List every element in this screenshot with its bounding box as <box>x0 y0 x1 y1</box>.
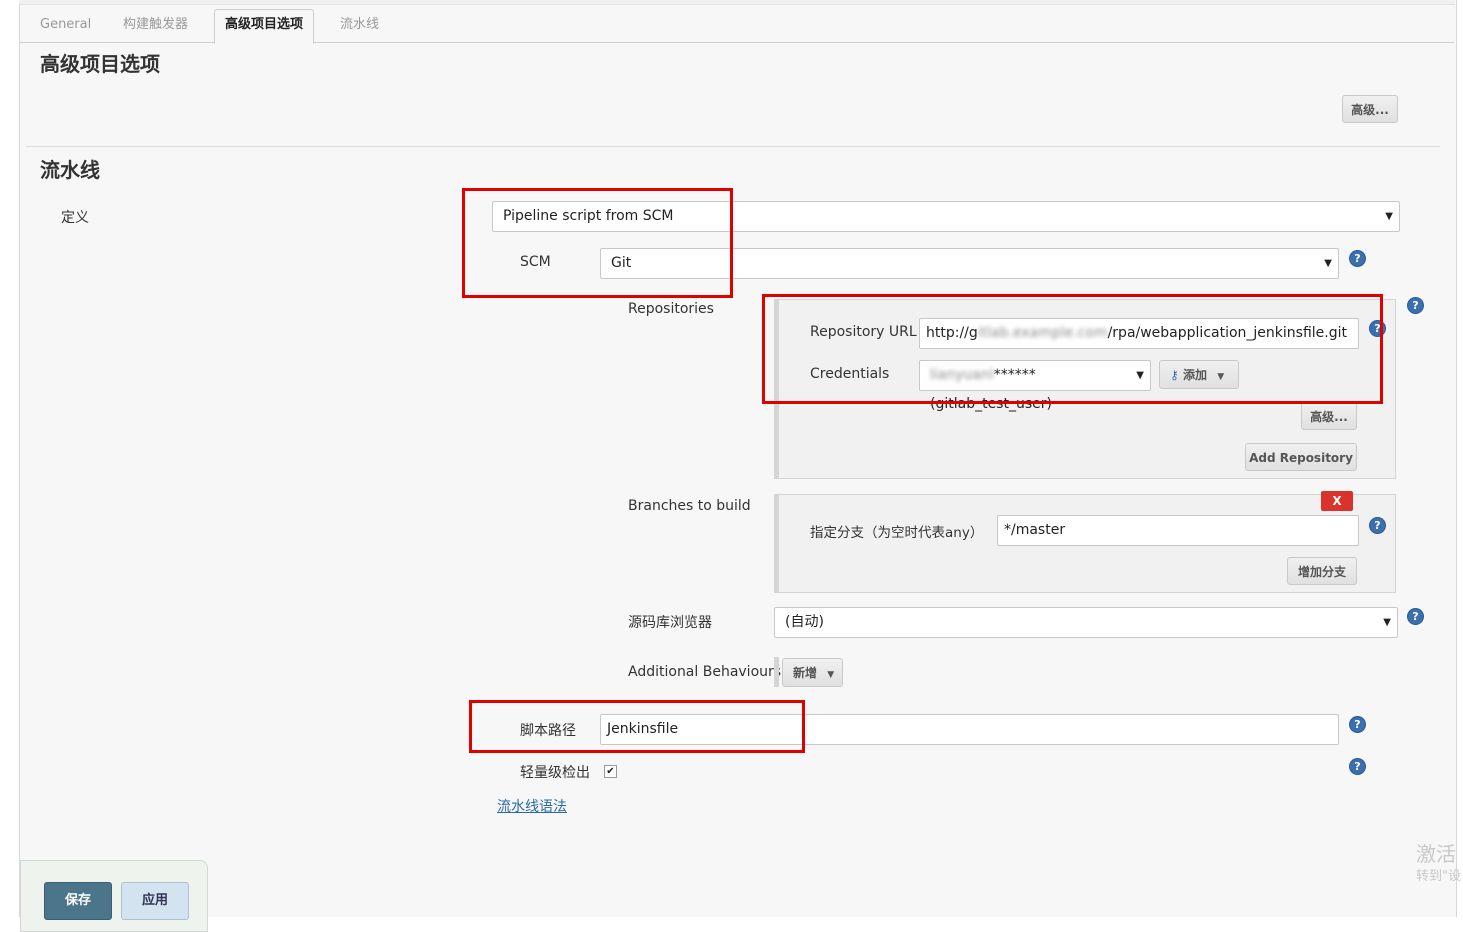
lightweight-checkout-label: 轻量级检出 <box>520 765 590 781</box>
activation-watermark-subtext: 转到"设 <box>1416 869 1461 884</box>
highlight-box-definition <box>462 188 733 298</box>
repositories-label: Repositories <box>628 301 714 317</box>
section-divider <box>26 146 1440 147</box>
help-icon[interactable]: ? <box>1408 609 1423 624</box>
tab-general[interactable]: General <box>30 10 101 42</box>
repo-browser-select[interactable]: (自动) ▼ <box>774 607 1398 638</box>
dropdown-caret-icon: ▼ <box>1383 617 1391 628</box>
pipeline-section-title: 流水线 <box>40 158 100 182</box>
advanced-button[interactable]: 高级... <box>1342 95 1398 123</box>
definition-label: 定义 <box>61 210 89 226</box>
help-icon[interactable]: ? <box>1350 759 1365 774</box>
save-button[interactable]: 保存 <box>44 882 112 920</box>
lightweight-checkout-checkbox[interactable]: ✔ <box>604 765 617 778</box>
tab-pipeline[interactable]: 流水线 <box>330 10 389 42</box>
dropdown-caret-icon: ▼ <box>1324 258 1332 269</box>
additional-behaviours-label: Additional Behaviours <box>628 664 782 680</box>
help-icon[interactable]: ? <box>1350 717 1365 732</box>
highlight-box-script-path <box>469 700 805 753</box>
delete-branch-button[interactable]: X <box>1321 491 1353 511</box>
tab-advanced-project-options[interactable]: 高级项目选项 <box>214 9 315 44</box>
add-branch-button[interactable]: 增加分支 <box>1287 557 1357 585</box>
dropdown-caret-icon: ▼ <box>1385 211 1393 222</box>
help-icon[interactable]: ? <box>1350 251 1365 266</box>
advanced-section-title: 高级项目选项 <box>40 52 160 76</box>
pipeline-syntax-link[interactable]: 流水线语法 <box>497 796 567 816</box>
apply-button[interactable]: 应用 <box>121 882 189 920</box>
highlight-box-repository <box>762 294 1383 404</box>
branch-specifier-label: 指定分支（为空时代表any） <box>810 525 984 541</box>
branch-specifier-input[interactable]: */master <box>997 515 1359 546</box>
repo-advanced-button[interactable]: 高级... <box>1301 402 1357 430</box>
add-behaviour-button[interactable]: 新增 ▼ <box>782 658 843 687</box>
chevron-down-icon: ▼ <box>827 670 835 680</box>
top-strip <box>19 0 1455 5</box>
activation-watermark: 激活 <box>1416 842 1456 866</box>
branches-label: Branches to build <box>628 498 751 514</box>
help-icon[interactable]: ? <box>1408 298 1423 313</box>
repo-browser-label: 源码库浏览器 <box>628 615 712 631</box>
behaviours-panel-edge <box>774 657 779 687</box>
add-repository-button[interactable]: Add Repository <box>1245 443 1357 471</box>
repo-browser-value: (自动) <box>785 614 824 630</box>
add-behaviour-label: 新增 <box>793 666 818 680</box>
tab-build-triggers[interactable]: 构建触发器 <box>113 10 198 42</box>
help-icon[interactable]: ? <box>1370 518 1385 533</box>
